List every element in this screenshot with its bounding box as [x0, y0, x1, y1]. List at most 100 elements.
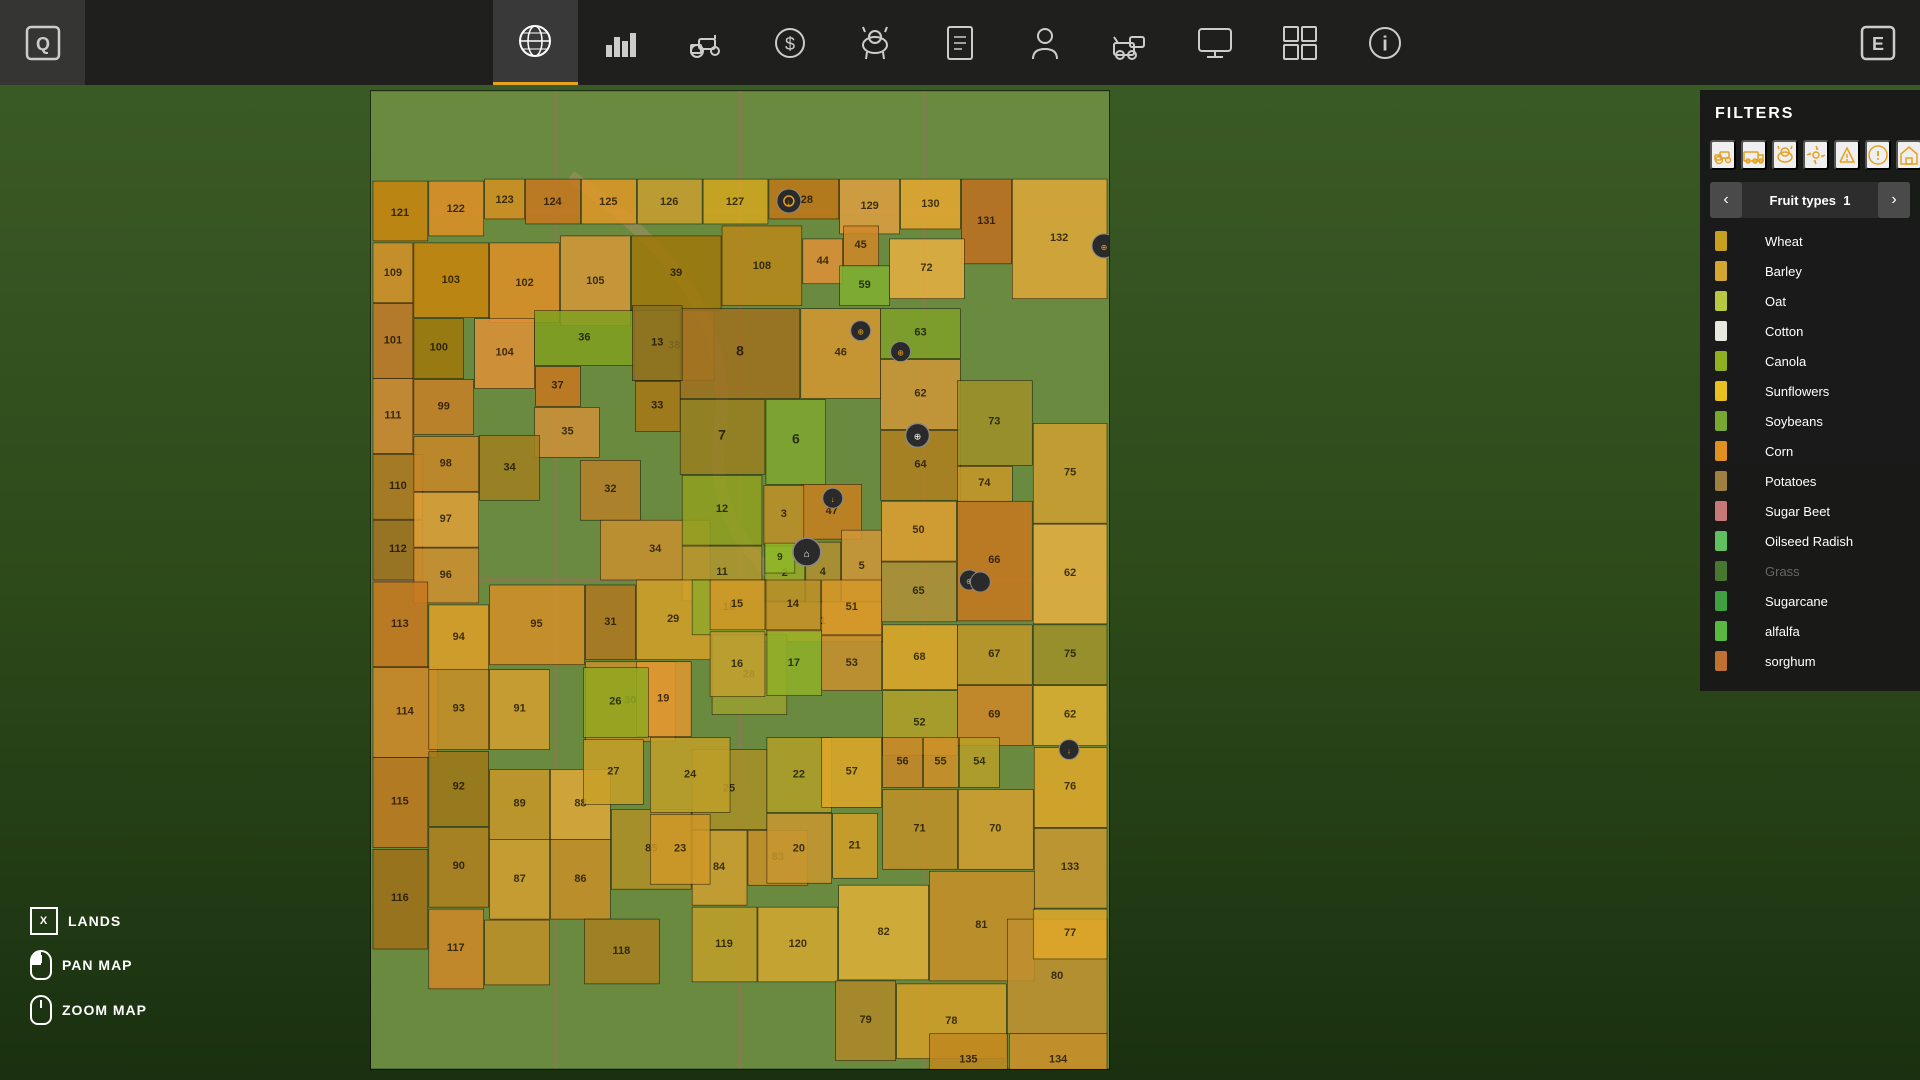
filter-truck-button[interactable]	[1741, 140, 1767, 170]
fruit-color-dot	[1715, 291, 1727, 311]
nav-vehicles-button[interactable]	[663, 0, 748, 85]
fruit-item-sunflowers[interactable]: Sunflowers	[1710, 376, 1910, 406]
nav-contracts-button[interactable]	[918, 0, 1003, 85]
fruit-name: alfalfa	[1765, 624, 1800, 639]
nav-map-button[interactable]	[493, 0, 578, 85]
svg-text:⊕: ⊕	[914, 431, 922, 441]
fruit-name: Grass	[1765, 564, 1800, 579]
svg-text:122: 122	[447, 203, 465, 215]
map-container[interactable]: 121 122 123 124 125 126 127 128 129 130 …	[370, 90, 1110, 1070]
svg-text:76: 76	[1064, 780, 1076, 792]
svg-text:⊕: ⊕	[897, 349, 904, 358]
fruit-item-wheat[interactable]: Wheat	[1710, 226, 1910, 256]
fruit-types-prev-button[interactable]: ‹	[1710, 182, 1742, 218]
svg-text:20: 20	[793, 842, 805, 854]
svg-text:37: 37	[551, 380, 563, 392]
fruit-color-dot	[1715, 561, 1727, 581]
svg-text:77: 77	[1064, 927, 1076, 939]
svg-text:57: 57	[846, 765, 858, 777]
svg-text:79: 79	[860, 1014, 872, 1026]
svg-text:109: 109	[384, 267, 402, 279]
fruit-item-sorghum[interactable]: sorghum	[1710, 646, 1910, 676]
fruit-item-grass[interactable]: Grass	[1710, 556, 1910, 586]
pan-map-control: PAN MAP	[30, 950, 147, 980]
lands-control[interactable]: X LANDS	[30, 907, 147, 935]
fruit-item-barley[interactable]: Barley	[1710, 256, 1910, 286]
fruit-color-dot	[1715, 471, 1727, 491]
svg-text:36: 36	[578, 332, 590, 344]
fruit-color-dot	[1715, 411, 1727, 431]
svg-text:94: 94	[453, 631, 466, 643]
svg-text:54: 54	[973, 756, 986, 768]
svg-text:↓: ↓	[831, 495, 835, 504]
svg-text:81: 81	[975, 919, 987, 931]
filter-farm-button[interactable]	[1896, 140, 1920, 170]
svg-text:↓: ↓	[1067, 747, 1071, 756]
svg-text:16: 16	[731, 658, 743, 670]
svg-text:34: 34	[504, 461, 517, 473]
lands-key-label: X	[40, 915, 48, 927]
fruit-item-corn[interactable]: Corn	[1710, 436, 1910, 466]
svg-text:75: 75	[1064, 648, 1076, 660]
fruit-item-oilseed radish[interactable]: Oilseed Radish	[1710, 526, 1910, 556]
svg-text:130: 130	[921, 198, 939, 210]
nav-monitor-button[interactable]	[1173, 0, 1258, 85]
menu-e-button[interactable]: E	[1835, 0, 1920, 85]
fruit-color-dot	[1715, 531, 1727, 551]
svg-text:113: 113	[391, 618, 409, 630]
svg-text:35: 35	[561, 425, 573, 437]
fruit-item-canola[interactable]: Canola	[1710, 346, 1910, 376]
pan-mouse-icon	[30, 950, 52, 980]
svg-text:33: 33	[651, 399, 663, 411]
nav-fields-button[interactable]	[1258, 0, 1343, 85]
filter-gear-button[interactable]	[1803, 140, 1829, 170]
nav-animals-button[interactable]	[833, 0, 918, 85]
fruit-item-sugarcane[interactable]: Sugarcane	[1710, 586, 1910, 616]
svg-text:55: 55	[934, 756, 946, 768]
svg-text:75: 75	[1064, 466, 1076, 478]
fruit-color-dot	[1715, 351, 1727, 371]
svg-text:87: 87	[513, 873, 525, 885]
nav-statistics-button[interactable]	[578, 0, 663, 85]
filter-alert-button[interactable]	[1865, 140, 1891, 170]
fruit-name: Oat	[1765, 294, 1786, 309]
svg-text:50: 50	[912, 524, 924, 536]
svg-text:69: 69	[988, 709, 1000, 721]
fruit-color-dot	[1715, 501, 1727, 521]
fruit-color-dot	[1715, 321, 1727, 341]
filter-tractor-button[interactable]	[1710, 140, 1736, 170]
filter-sell-button[interactable]	[1834, 140, 1860, 170]
nav-harvester-button[interactable]	[1088, 0, 1173, 85]
svg-text:24: 24	[684, 768, 697, 780]
fruit-list: Wheat Barley Oat CottonCanolaSunflowersSoyb…	[1700, 226, 1920, 676]
svg-text:129: 129	[860, 200, 878, 212]
svg-text:118: 118	[612, 945, 630, 957]
nav-finance-button[interactable]: $	[748, 0, 833, 85]
fruit-item-potatoes[interactable]: Potatoes	[1710, 466, 1910, 496]
nav-character-button[interactable]	[1003, 0, 1088, 85]
fruit-item-soybeans[interactable]: Soybeans	[1710, 406, 1910, 436]
fruit-item-cotton[interactable]: Cotton	[1710, 316, 1910, 346]
fruit-item-sugar beet[interactable]: Sugar Beet	[1710, 496, 1910, 526]
filter-cow-button[interactable]	[1772, 140, 1798, 170]
fruit-section-name: Fruit types	[1770, 193, 1836, 208]
zoom-mouse-icon	[30, 995, 52, 1025]
svg-text:133: 133	[1061, 861, 1079, 873]
svg-text:51: 51	[846, 601, 858, 613]
svg-text:108: 108	[753, 260, 771, 272]
svg-text:E: E	[1871, 34, 1883, 54]
fruit-name: Wheat	[1765, 234, 1803, 249]
svg-text:98: 98	[440, 457, 452, 469]
svg-text:3: 3	[781, 508, 787, 520]
svg-text:62: 62	[914, 387, 926, 399]
nav-info-button[interactable]: i	[1343, 0, 1428, 85]
fruit-item-alfalfa[interactable]: alfalfa	[1710, 616, 1910, 646]
svg-text:i: i	[1382, 33, 1388, 55]
svg-text:102: 102	[515, 277, 533, 289]
fruit-types-next-button[interactable]: ›	[1878, 182, 1910, 218]
fruit-item-oat[interactable]: Oat	[1710, 286, 1910, 316]
right-panel: FILTERS ‹ Fruit types 1 ›	[1700, 90, 1920, 691]
menu-q-button[interactable]: Q	[0, 0, 85, 85]
svg-text:97: 97	[440, 513, 452, 525]
svg-text:73: 73	[988, 415, 1000, 427]
